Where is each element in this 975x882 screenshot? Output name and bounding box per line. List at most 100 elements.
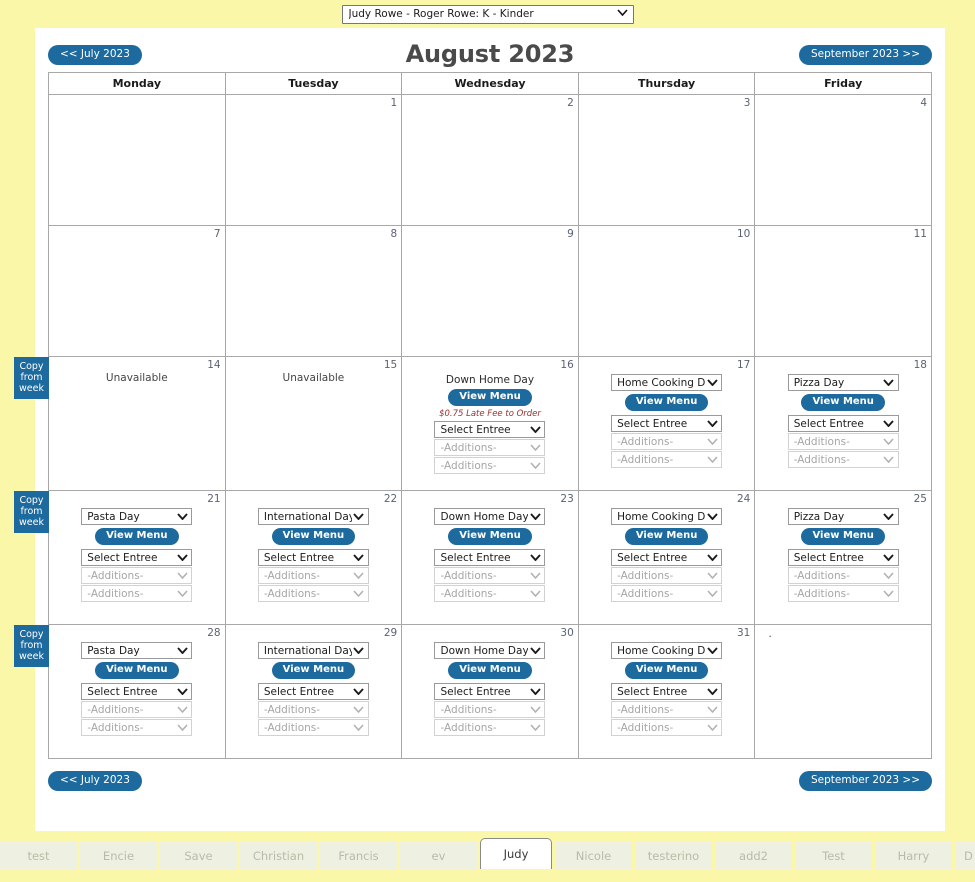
student-tab[interactable]: add2 — [715, 842, 792, 869]
chevron-down-icon — [705, 706, 719, 713]
additions-select[interactable]: -Additions- — [257, 585, 369, 602]
entree-select[interactable]: Select Entree — [787, 549, 899, 566]
additions-select[interactable]: -Additions- — [787, 585, 899, 602]
additions-select-value: -Additions- — [440, 459, 497, 472]
entree-select[interactable]: Select Entree — [257, 683, 369, 700]
additions-select[interactable]: -Additions- — [787, 567, 899, 584]
student-tab-label: Harry — [897, 848, 930, 863]
day-cell-body: International Day View Menu Select Entree -… — [226, 625, 402, 737]
prev-month-button-bottom[interactable]: << July 2023 — [48, 771, 142, 791]
view-menu-button[interactable]: View Menu — [624, 528, 709, 545]
view-menu-button[interactable]: View Menu — [801, 528, 885, 545]
additions-select[interactable]: -Additions- — [611, 567, 723, 584]
copy-from-week-button[interactable]: Copy from week — [14, 357, 49, 399]
student-tab[interactable]: Christian — [240, 842, 317, 869]
menu-select[interactable]: Home Cooking Day — [611, 642, 723, 659]
calendar-grid-wrapper: Monday Tuesday Wednesday Thursday Friday… — [14, 72, 932, 759]
view-menu-button[interactable]: View Menu — [448, 662, 532, 679]
student-tab[interactable]: ev — [400, 842, 477, 869]
student-tab[interactable]: Encie — [80, 842, 157, 869]
student-tab[interactable]: Nicole — [555, 842, 632, 869]
additions-select[interactable]: -Additions- — [257, 567, 369, 584]
calendar-day-cell: 9 — [401, 225, 579, 357]
menu-select[interactable]: Down Home Day — [434, 508, 546, 525]
view-menu-button[interactable]: View Menu — [448, 389, 532, 406]
entree-select[interactable]: Select Entree — [81, 549, 193, 566]
menu-select[interactable]: Pasta Day — [81, 642, 193, 659]
entree-select[interactable]: Select Entree — [434, 549, 546, 566]
copy-from-week-button[interactable]: Copy from week — [14, 491, 49, 533]
entree-select[interactable]: Select Entree — [434, 683, 546, 700]
additions-select[interactable]: -Additions- — [434, 701, 546, 718]
menu-select[interactable]: Home Cooking Day — [611, 374, 723, 391]
menu-select[interactable]: Pasta Day — [81, 508, 193, 525]
additions-select-value: -Additions- — [87, 721, 144, 734]
student-tab[interactable]: testerino — [635, 842, 712, 869]
entree-select[interactable]: Select Entree — [257, 549, 369, 566]
menu-select[interactable]: Down Home Day — [434, 642, 546, 659]
additions-select-value: -Additions- — [793, 435, 850, 448]
additions-select[interactable]: -Additions- — [434, 585, 546, 602]
additions-select[interactable]: -Additions- — [434, 457, 546, 474]
chevron-down-icon — [528, 706, 542, 713]
additions-select[interactable]: -Additions- — [611, 585, 723, 602]
view-menu-button[interactable]: View Menu — [624, 662, 709, 679]
additions-select[interactable]: -Additions- — [611, 433, 723, 450]
menu-select[interactable]: Home Cooking Day — [611, 508, 723, 525]
menu-select[interactable]: Pizza Day — [787, 508, 899, 525]
next-month-button-top[interactable]: September 2023 >> — [798, 45, 932, 65]
menu-select[interactable]: International Day — [257, 508, 369, 525]
student-tab[interactable]: D — [955, 842, 975, 869]
entree-select[interactable]: Select Entree — [611, 415, 723, 432]
student-tab-active[interactable]: Judy — [480, 838, 552, 869]
view-menu-button[interactable]: View Menu — [448, 528, 532, 545]
menu-select[interactable]: International Day — [257, 642, 369, 659]
view-menu-button[interactable]: View Menu — [624, 394, 709, 411]
entree-select[interactable]: Select Entree — [611, 683, 723, 700]
view-menu-button[interactable]: View Menu — [801, 394, 885, 411]
view-menu-button[interactable]: View Menu — [271, 528, 356, 545]
day-number: 14 — [207, 359, 221, 371]
additions-select[interactable]: -Additions- — [611, 701, 723, 718]
student-tab[interactable]: Harry — [875, 842, 952, 869]
menu-select[interactable]: Pizza Day — [787, 374, 899, 391]
view-menu-button[interactable]: View Menu — [95, 662, 179, 679]
additions-select-value: -Additions- — [87, 587, 144, 600]
additions-select[interactable]: -Additions- — [257, 701, 369, 718]
student-select[interactable]: Judy Rowe - Roger Rowe: K - Kinder — [341, 4, 634, 24]
additions-select[interactable]: -Additions- — [787, 433, 899, 450]
additions-select[interactable]: -Additions- — [81, 567, 193, 584]
student-tab[interactable]: Test — [795, 842, 872, 869]
chevron-down-icon — [705, 590, 719, 597]
entree-select[interactable]: Select Entree — [434, 421, 546, 438]
student-tab[interactable]: test — [0, 842, 77, 869]
additions-select[interactable]: -Additions- — [434, 439, 546, 456]
additions-select[interactable]: -Additions- — [434, 719, 546, 736]
entree-select[interactable]: Select Entree — [81, 683, 193, 700]
copy-from-week-button[interactable]: Copy from week — [14, 625, 49, 667]
additions-select-value: -Additions- — [617, 453, 674, 466]
additions-select[interactable]: -Additions- — [434, 567, 546, 584]
student-tab[interactable]: Save — [160, 842, 237, 869]
chevron-down-icon — [882, 590, 896, 597]
additions-select[interactable]: -Additions- — [81, 701, 193, 718]
calendar-day-cell: 25 Pizza Day View Menu Select Entree -Additi… — [754, 490, 932, 625]
menu-select-value: Down Home Day — [440, 644, 529, 657]
next-month-button-bottom[interactable]: September 2023 >> — [798, 771, 932, 791]
chevron-down-icon — [882, 438, 896, 445]
additions-select[interactable]: -Additions- — [81, 585, 193, 602]
additions-select-value: -Additions- — [440, 721, 497, 734]
additions-select[interactable]: -Additions- — [81, 719, 193, 736]
day-number: 1 — [390, 97, 398, 109]
view-menu-button[interactable]: View Menu — [271, 662, 356, 679]
additions-select[interactable]: -Additions- — [611, 719, 723, 736]
additions-select[interactable]: -Additions- — [787, 451, 899, 468]
additions-select[interactable]: -Additions- — [611, 451, 723, 468]
student-tab[interactable]: Francis — [320, 842, 397, 869]
entree-select[interactable]: Select Entree — [611, 549, 723, 566]
entree-select[interactable]: Select Entree — [787, 415, 899, 432]
unavailable-label: Unavailable — [282, 372, 345, 384]
day-number: 15 — [383, 359, 398, 371]
additions-select[interactable]: -Additions- — [257, 719, 369, 736]
view-menu-button[interactable]: View Menu — [95, 528, 179, 545]
